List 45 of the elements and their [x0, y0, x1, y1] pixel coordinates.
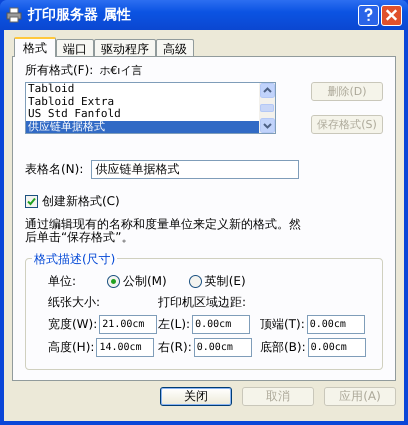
tab[interactable]: 端口 [56, 39, 94, 56]
radio-label: 公制(M) [123, 273, 167, 290]
list-item[interactable]: Tabloid [26, 83, 259, 96]
radio-button[interactable] [188, 275, 202, 288]
field-label: 左(L): [158, 316, 190, 333]
tab[interactable]: 驱动程序 [94, 39, 156, 56]
close-button[interactable] [381, 4, 402, 26]
radio-button[interactable] [107, 275, 120, 288]
scroll-down-icon[interactable] [260, 118, 274, 133]
scrollbar[interactable] [259, 83, 275, 133]
input-field[interactable]: 0.00cm [306, 315, 365, 334]
input-field[interactable]: 14.00cm [96, 338, 154, 357]
list-item[interactable]: Tabloid Extra [26, 96, 259, 108]
field-label: 右(R): [158, 339, 192, 356]
input-field[interactable]: 0.00cm [194, 338, 252, 357]
radio-label: 英制(E) [204, 273, 246, 290]
field-label: 高度(H): [48, 339, 94, 356]
forms-label-extra: ホ€ıイ言 [99, 62, 142, 78]
list-item[interactable]: 供应链单据格式 [26, 120, 259, 133]
forms-list[interactable]: Tabloid Tabloid Extra US Std Fanfold 供应链单据格式 [25, 82, 276, 134]
list-item[interactable]: US Std Fanfold [26, 108, 259, 120]
input-field[interactable]: 0.00cm [192, 315, 250, 334]
checkbox-label: 创建新格式(C) [42, 193, 120, 210]
tab[interactable]: 格式 [14, 37, 56, 57]
window-title: 打印服务器 属性 [28, 6, 132, 24]
checkbox[interactable] [25, 195, 38, 208]
dialog-button[interactable]: 关闭 [160, 387, 232, 406]
field-label: 宽度(W): [48, 316, 98, 333]
input-field[interactable]: 0.00cm [308, 338, 366, 357]
tab[interactable]: 高级 [156, 39, 194, 56]
form-name-field[interactable]: 供应链单据格式 [91, 160, 300, 179]
form-name-label: 表格名(N): [25, 161, 84, 178]
forms-label: 所有格式(F): [25, 62, 94, 78]
paper-size-label: 纸张大小: [48, 294, 102, 311]
scroll-thumb[interactable] [260, 104, 274, 112]
description-text: 通过编辑现有的名称和度量单位来定义新的格式。然后单击“保存格式”。 [25, 218, 302, 244]
input-field[interactable]: 21.00cm [99, 315, 158, 334]
printer-icon [6, 7, 22, 23]
scroll-up-icon[interactable] [260, 83, 274, 98]
units-label: 单位: [48, 273, 78, 290]
group-title: 格式描述(尺寸) [32, 251, 118, 268]
field-label: 顶端(T): [260, 316, 305, 333]
margins-label: 打印机区域边距: [158, 294, 248, 311]
field-label: 底部(B): [260, 339, 306, 356]
help-button[interactable] [358, 4, 379, 26]
